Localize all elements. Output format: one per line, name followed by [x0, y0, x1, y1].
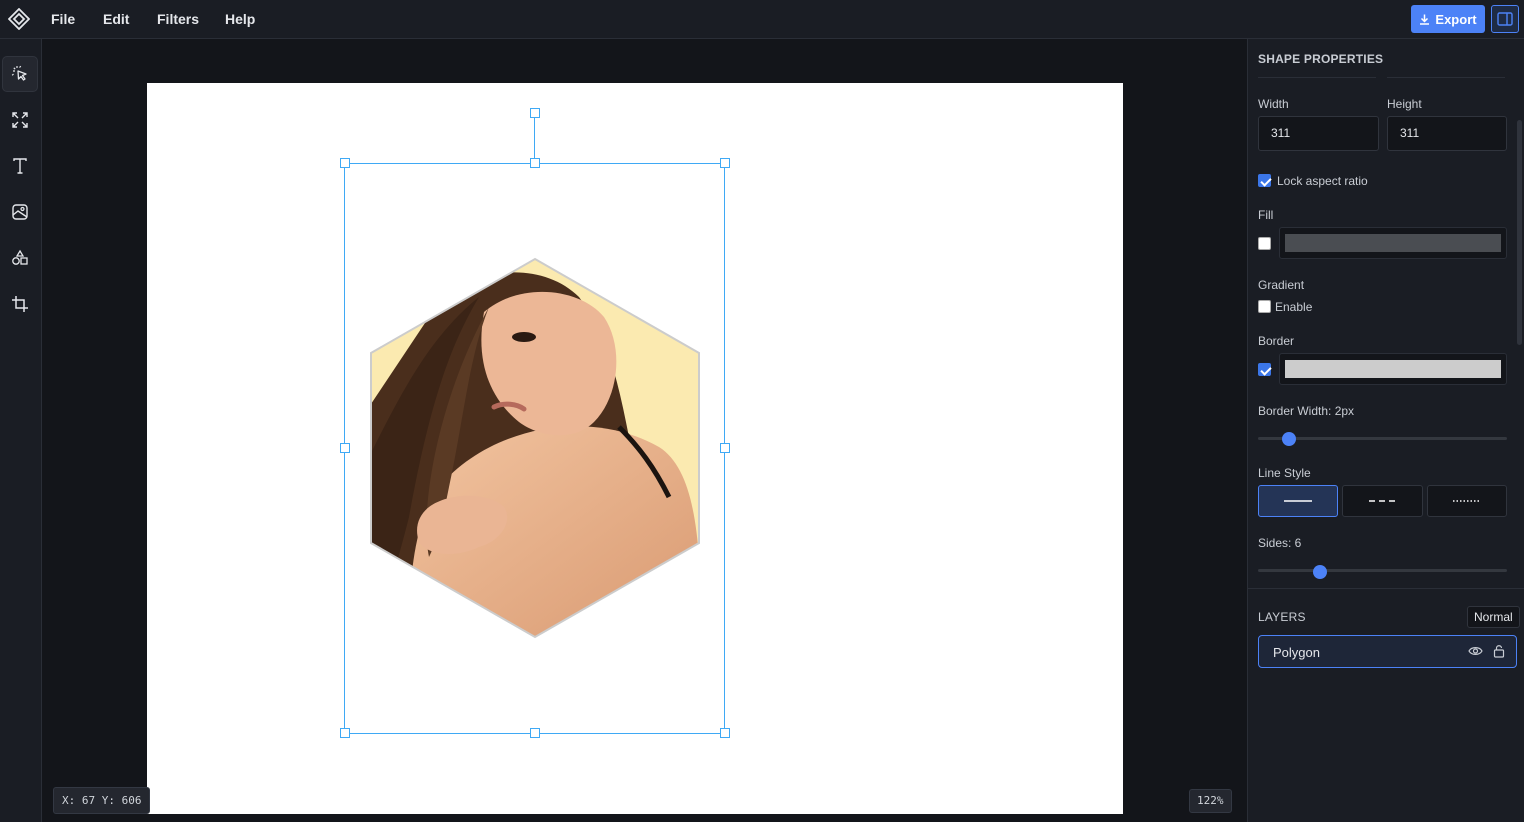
resize-handle-top-right[interactable]	[720, 158, 730, 168]
height-label: Height	[1387, 97, 1422, 111]
select-tool-button[interactable]	[2, 56, 38, 92]
canvas-area[interactable]	[42, 39, 1247, 822]
layers-title: LAYERS	[1258, 610, 1306, 624]
artboard[interactable]	[147, 83, 1123, 814]
sides-slider-knob[interactable]	[1313, 565, 1327, 579]
rotation-handle-line	[534, 118, 535, 163]
selection-box[interactable]	[344, 163, 725, 734]
resize-handle-bottom[interactable]	[530, 728, 540, 738]
properties-panel	[1247, 39, 1524, 822]
line-style-dashed-button[interactable]	[1342, 485, 1423, 517]
line-style-label: Line Style	[1258, 466, 1311, 480]
menu-help[interactable]: Help	[225, 11, 255, 27]
text-icon	[13, 158, 27, 174]
lock-aspect-label: Lock aspect ratio	[1277, 174, 1368, 188]
gradient-enable-checkbox[interactable]	[1258, 300, 1271, 313]
crop-tool-button[interactable]	[2, 286, 38, 322]
panel-divider	[1248, 588, 1524, 589]
resize-handle-top[interactable]	[530, 158, 540, 168]
gradient-label: Gradient	[1258, 278, 1305, 292]
dotted-line-icon	[1453, 500, 1481, 502]
blend-mode-select[interactable]: Normal	[1467, 606, 1520, 628]
menu-filters[interactable]: Filters	[157, 11, 199, 27]
lock-aspect-checkbox[interactable]	[1258, 174, 1271, 187]
rotation-handle[interactable]	[530, 108, 540, 118]
divider	[1387, 77, 1505, 78]
line-style-solid-button[interactable]	[1258, 485, 1338, 517]
eye-icon[interactable]	[1468, 645, 1483, 657]
fill-color-picker[interactable]	[1279, 227, 1507, 259]
expand-icon	[12, 112, 28, 128]
resize-handle-left[interactable]	[340, 443, 350, 453]
fill-label: Fill	[1258, 208, 1274, 222]
resize-handle-right[interactable]	[720, 443, 730, 453]
fit-tool-button[interactable]	[2, 102, 38, 138]
top-bar: File Edit Filters Help Export	[0, 0, 1524, 39]
cursor-click-icon	[11, 65, 27, 81]
resize-handle-bottom-left[interactable]	[340, 728, 350, 738]
zoom-level[interactable]: 122%	[1189, 789, 1232, 813]
fill-color-swatch	[1285, 234, 1501, 252]
menu-edit[interactable]: Edit	[103, 11, 129, 27]
border-width-label: Border Width: 2px	[1258, 404, 1355, 418]
resize-handle-bottom-right[interactable]	[720, 728, 730, 738]
layer-name: Polygon	[1273, 645, 1320, 660]
gradient-enable-label: Enable	[1275, 300, 1313, 314]
text-tool-button[interactable]	[2, 148, 38, 184]
width-label: Width	[1258, 97, 1289, 111]
border-color-picker[interactable]	[1279, 353, 1507, 385]
divider	[1258, 77, 1376, 78]
crop-icon	[12, 296, 28, 312]
border-checkbox[interactable]	[1258, 363, 1271, 376]
shape-properties-title: SHAPE PROPERTIES	[1258, 52, 1384, 66]
shapes-tool-button[interactable]	[2, 240, 38, 276]
border-color-swatch	[1285, 360, 1501, 378]
download-icon	[1420, 14, 1430, 25]
properties-scrollbar[interactable]	[1517, 120, 1522, 345]
border-label: Border	[1258, 334, 1295, 348]
line-style-dotted-button[interactable]	[1427, 485, 1507, 517]
shapes-icon	[12, 249, 28, 265]
resize-handle-top-left[interactable]	[340, 158, 350, 168]
panel-toggle-button[interactable]	[1491, 5, 1519, 33]
solid-line-icon	[1284, 500, 1312, 502]
width-input[interactable]: 311	[1258, 116, 1379, 151]
image-icon	[12, 204, 28, 220]
left-toolbar	[0, 39, 42, 822]
export-button[interactable]: Export	[1411, 5, 1485, 33]
layer-item[interactable]: Polygon	[1258, 635, 1517, 668]
dashed-line-icon	[1368, 500, 1397, 502]
sides-label: Sides: 6	[1258, 536, 1302, 550]
unlock-icon[interactable]	[1493, 644, 1505, 658]
height-input[interactable]: 311	[1387, 116, 1507, 151]
sides-slider-track[interactable]	[1258, 569, 1507, 572]
app-logo-icon	[8, 8, 30, 30]
export-label: Export	[1435, 11, 1477, 27]
fill-checkbox[interactable]	[1258, 237, 1271, 250]
border-width-slider-knob[interactable]	[1282, 432, 1296, 446]
sidebar-panel-icon	[1497, 12, 1513, 26]
cursor-coordinates: X: 67 Y: 606	[53, 787, 151, 814]
image-tool-button[interactable]	[2, 194, 38, 230]
menu-file[interactable]: File	[51, 11, 75, 27]
